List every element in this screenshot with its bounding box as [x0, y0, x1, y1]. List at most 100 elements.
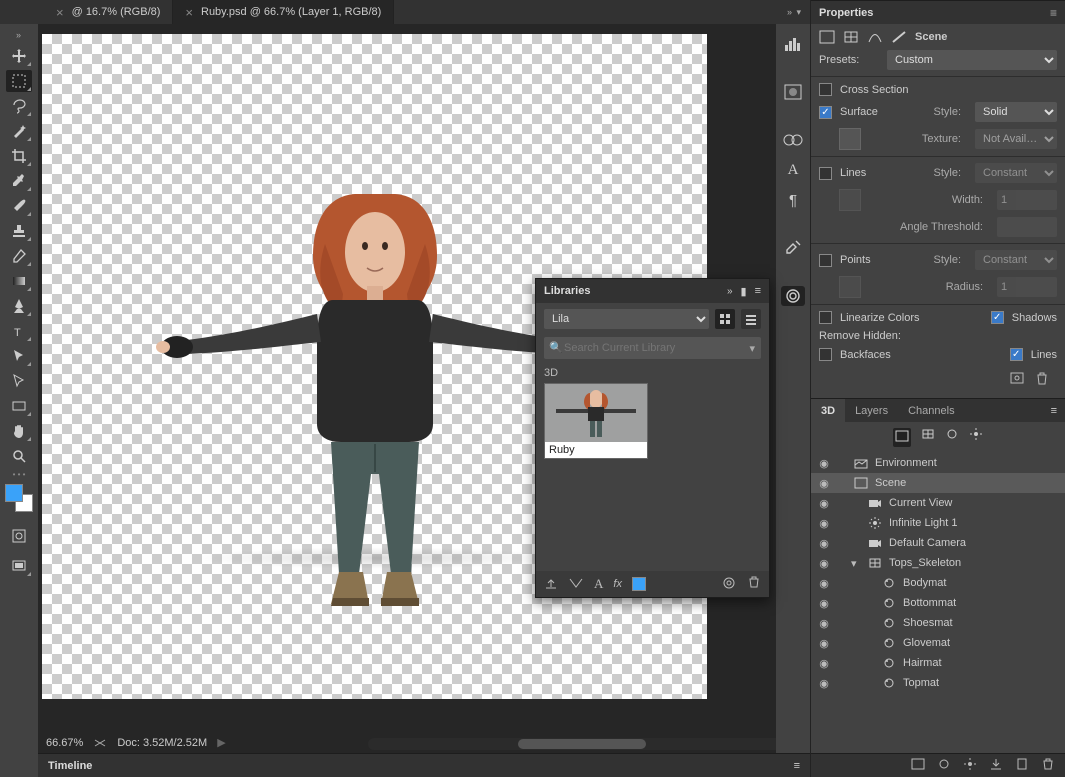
- filter-scene-icon[interactable]: [893, 428, 911, 447]
- linearize-checkbox[interactable]: [819, 311, 832, 324]
- surface-texture-select[interactable]: Not Avail…: [975, 129, 1057, 149]
- magic-wand-tool[interactable]: [6, 120, 32, 142]
- points-color-swatch[interactable]: [839, 276, 861, 298]
- tree-node[interactable]: ◉Hairmat: [811, 653, 1065, 673]
- stock-icon[interactable]: [721, 576, 737, 593]
- tab-channels[interactable]: Channels: [898, 399, 964, 422]
- shadows-checkbox[interactable]: [991, 311, 1004, 324]
- quick-mask-icon[interactable]: [6, 525, 32, 547]
- add-layer-style-icon[interactable]: fx: [613, 578, 622, 590]
- render-settings-icon[interactable]: [1009, 371, 1025, 388]
- visibility-icon[interactable]: ◉: [817, 597, 831, 610]
- surface-style-select[interactable]: Solid: [975, 102, 1057, 122]
- timeline-panel-header[interactable]: Timeline ≡: [38, 753, 810, 777]
- visibility-icon[interactable]: ◉: [817, 477, 831, 490]
- tree-node[interactable]: ◉Bodymat: [811, 573, 1065, 593]
- footer-icon[interactable]: [963, 758, 977, 773]
- surface-color-swatch[interactable]: [839, 128, 861, 150]
- eyedropper-tool[interactable]: [6, 170, 32, 192]
- eraser-tool[interactable]: [6, 245, 32, 267]
- panel-menu-icon[interactable]: ≡: [794, 760, 800, 772]
- color-swatches[interactable]: [5, 484, 33, 512]
- points-checkbox[interactable]: [819, 254, 832, 267]
- library-select[interactable]: Lila: [544, 309, 709, 329]
- library-search-input[interactable]: [544, 337, 761, 359]
- collapse-icon[interactable]: »: [727, 286, 733, 297]
- surface-checkbox[interactable]: [819, 106, 832, 119]
- tree-node[interactable]: ◉Scene: [811, 473, 1065, 493]
- visibility-icon[interactable]: ◉: [817, 637, 831, 650]
- horizontal-scrollbar[interactable]: [368, 738, 796, 750]
- visibility-icon[interactable]: ◉: [817, 617, 831, 630]
- tree-node[interactable]: ◉Current View: [811, 493, 1065, 513]
- zoom-level[interactable]: 66.67%: [46, 737, 83, 749]
- footer-icon[interactable]: [911, 758, 925, 773]
- visibility-icon[interactable]: ◉: [817, 457, 831, 470]
- footer-icon[interactable]: [937, 758, 951, 773]
- direct-selection-tool[interactable]: [6, 370, 32, 392]
- filter-mesh-icon[interactable]: [921, 428, 935, 447]
- upload-icon[interactable]: [544, 577, 558, 592]
- panel-menu-icon[interactable]: ≡: [1050, 6, 1057, 20]
- search-scope-icon[interactable]: ▾: [749, 342, 755, 355]
- path-selection-tool[interactable]: [6, 345, 32, 367]
- libraries-panel[interactable]: Libraries » ▮ ≡ Lila 🔍 ▾ 3D Ruby: [535, 278, 770, 598]
- panel-menu-icon[interactable]: ≡: [755, 285, 761, 297]
- gradient-tool[interactable]: [6, 270, 32, 292]
- brush-tool[interactable]: [6, 195, 32, 217]
- color-panel-icon[interactable]: [781, 82, 805, 102]
- document-tab[interactable]: × Ruby.psd @ 66.7% (Layer 1, RGB/8): [173, 0, 394, 24]
- add-to-ground-icon[interactable]: [989, 758, 1003, 773]
- tab-3d[interactable]: 3D: [811, 399, 845, 422]
- lines-checkbox[interactable]: [819, 167, 832, 180]
- lines-color-swatch[interactable]: [839, 189, 861, 211]
- lines2-checkbox[interactable]: [1010, 348, 1023, 361]
- tree-node[interactable]: ◉Environment: [811, 453, 1065, 473]
- list-view-button[interactable]: [741, 309, 761, 329]
- add-graphic-icon[interactable]: [568, 577, 584, 592]
- visibility-icon[interactable]: ◉: [817, 517, 831, 530]
- hand-tool[interactable]: [6, 420, 32, 442]
- filter-material-icon[interactable]: [945, 428, 959, 447]
- close-icon[interactable]: ×: [185, 5, 193, 20]
- disclosure-icon[interactable]: ▾: [851, 557, 861, 570]
- new-icon[interactable]: [1015, 758, 1029, 773]
- toolbox-overflow-icon[interactable]: »: [16, 30, 22, 40]
- tab-overflow-icon[interactable]: » ▾: [787, 7, 802, 18]
- zoom-tool[interactable]: [6, 445, 32, 467]
- foreground-color-swatch[interactable]: [5, 484, 23, 502]
- visibility-icon[interactable]: ◉: [817, 577, 831, 590]
- backfaces-checkbox[interactable]: [819, 348, 832, 361]
- cross-section-checkbox[interactable]: [819, 83, 832, 96]
- panel-menu-icon[interactable]: ≡: [1051, 399, 1065, 422]
- points-radius-input[interactable]: [997, 277, 1057, 297]
- close-icon[interactable]: ×: [56, 5, 64, 20]
- tree-node[interactable]: ◉Glovemat: [811, 633, 1065, 653]
- adjustments-panel-icon[interactable]: [781, 130, 805, 150]
- status-caret-icon[interactable]: ▶: [217, 736, 225, 749]
- crop-tool[interactable]: [6, 145, 32, 167]
- angle-threshold-input[interactable]: [997, 217, 1057, 237]
- zoom-dropdown-icon[interactable]: [93, 738, 107, 748]
- trash-icon[interactable]: [747, 576, 761, 593]
- dock-icon[interactable]: ▮: [741, 285, 747, 298]
- type-tool[interactable]: T: [6, 320, 32, 342]
- add-color-icon[interactable]: [632, 577, 646, 591]
- character-panel-icon[interactable]: A: [781, 160, 805, 180]
- tree-node[interactable]: ◉Shoesmat: [811, 613, 1065, 633]
- histogram-panel-icon[interactable]: [781, 34, 805, 54]
- libraries-header[interactable]: Libraries » ▮ ≡: [536, 279, 769, 303]
- stamp-tool[interactable]: [6, 220, 32, 242]
- lasso-tool[interactable]: [6, 95, 32, 117]
- visibility-icon[interactable]: ◉: [817, 557, 831, 570]
- brush-settings-panel-icon[interactable]: [781, 238, 805, 258]
- library-item[interactable]: Ruby: [544, 383, 648, 459]
- visibility-icon[interactable]: ◉: [817, 537, 831, 550]
- add-text-style-icon[interactable]: A: [594, 576, 603, 592]
- screen-mode-icon[interactable]: [6, 555, 32, 577]
- filter-light-icon[interactable]: [969, 428, 983, 447]
- tree-node[interactable]: ◉Bottommat: [811, 593, 1065, 613]
- scrollbar-thumb[interactable]: [518, 739, 646, 749]
- points-style-select[interactable]: Constant: [975, 250, 1057, 270]
- visibility-icon[interactable]: ◉: [817, 497, 831, 510]
